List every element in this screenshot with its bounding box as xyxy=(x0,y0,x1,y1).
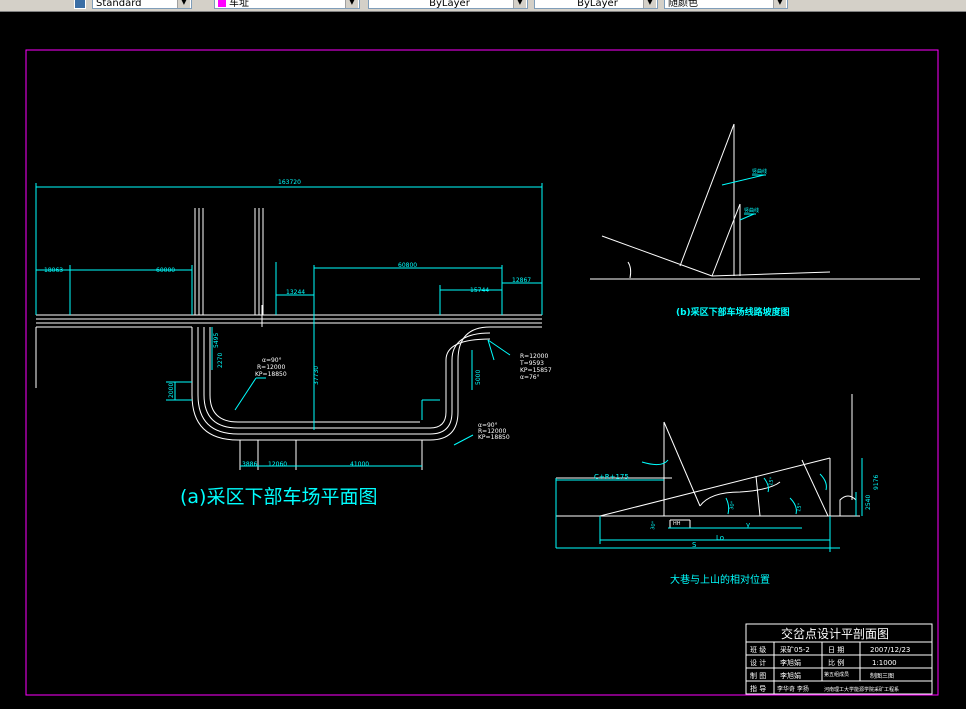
dim-60800: 60800 xyxy=(398,262,417,269)
tb-cell: 李旭娟 xyxy=(780,671,801,680)
text-style-value: Standard xyxy=(96,0,142,9)
gradient-profile-title: (b)采区下部车场线路坡度图 xyxy=(676,306,790,318)
plan-view-title: (a)采区下部车场平面图 xyxy=(180,486,377,508)
gradient-profile-drawing xyxy=(590,123,920,280)
dim-5000-v: 5000 xyxy=(475,370,482,385)
tb-cell: 第五组成员 xyxy=(824,671,849,678)
label-angle: 30° xyxy=(650,520,658,530)
dim-2270: 2270 xyxy=(217,353,224,368)
dim-12060: 12060 xyxy=(268,461,287,468)
label-angle: 30° xyxy=(729,500,737,510)
tb-cell: 制图三图 xyxy=(870,672,894,680)
tb-cell: 制 图 xyxy=(750,671,766,680)
vertical-curve-label-lower: 竖曲线 xyxy=(744,207,759,214)
label-lo: Lo xyxy=(716,534,724,542)
relative-position-title: 大巷与上山的相对位置 xyxy=(670,573,770,586)
tb-cell: 河南理工大学能源学院采矿工程系 xyxy=(824,686,899,693)
chevron-down-icon[interactable]: ▼ xyxy=(773,0,786,8)
label-9176: 9176 xyxy=(873,475,880,490)
dim-5495: 5495 xyxy=(213,333,220,348)
label-2540: 2540 xyxy=(865,495,872,510)
curve-right-top-line: T=9593 xyxy=(519,360,544,367)
dim-total: 163720 xyxy=(278,179,301,186)
lineweight-value: 随颜色 xyxy=(668,0,698,9)
curve-left-line: R=12000 xyxy=(257,364,285,371)
dim-37730: 37730 xyxy=(313,366,320,385)
label-y: y xyxy=(746,521,750,529)
tb-cell: 采矿05-2 xyxy=(780,645,810,654)
chevron-down-icon[interactable]: ▼ xyxy=(513,0,526,8)
label-angle: 15° xyxy=(796,502,804,512)
relative-position-drawing xyxy=(556,394,860,528)
tb-cell: 1:1000 xyxy=(872,659,897,667)
chevron-down-icon[interactable]: ▼ xyxy=(345,0,358,8)
vertical-curve-label-upper: 竖曲线 xyxy=(752,168,767,175)
color-dropdown[interactable]: ByLayer ▼ xyxy=(368,0,528,9)
label-hh: HH xyxy=(673,521,681,527)
tb-cell: 指 导 xyxy=(750,684,766,693)
tb-cell: 2007/12/23 xyxy=(870,646,910,654)
tb-cell: 比 例 xyxy=(828,658,844,667)
title-block-heading: 交岔点设计平剖面图 xyxy=(781,626,889,641)
label-ctr: C+R+175 xyxy=(594,473,629,481)
tb-cell: 日 期 xyxy=(828,646,844,654)
label-s: S xyxy=(692,541,697,549)
dim-15744: 15744 xyxy=(470,287,489,294)
tb-cell: 班 级 xyxy=(750,645,766,654)
layer-value: 车址 xyxy=(229,0,249,9)
dim-3886: 3886 xyxy=(242,461,257,468)
color-value: ByLayer xyxy=(429,0,470,9)
curve-left-line: α=90° xyxy=(262,357,282,364)
chevron-down-icon[interactable]: ▼ xyxy=(643,0,656,8)
text-style-dropdown[interactable]: Standard ▼ xyxy=(92,0,192,9)
lineweight-dropdown[interactable]: 随颜色 ▼ xyxy=(664,0,788,9)
linetype-dropdown[interactable]: ByLayer ▼ xyxy=(534,0,658,9)
dim-60000: 60000 xyxy=(156,267,175,274)
dim-right: 12867 xyxy=(512,277,531,284)
tb-cell: 李华奇 李扬 xyxy=(777,685,809,693)
drawing-border xyxy=(25,49,939,696)
tb-cell: 李旭娟 xyxy=(780,658,801,667)
text-style-icon[interactable] xyxy=(74,0,86,9)
tb-cell: 设 计 xyxy=(750,658,766,667)
curve-right-bottom-line: KP=18850 xyxy=(478,434,510,441)
properties-toolbar: Standard ▼ 车址 ▼ ByLayer ▼ ByLayer ▼ 随颜色 … xyxy=(0,0,966,12)
curve-right-top-line: KP=15857 xyxy=(520,367,552,374)
plan-view-dimensions xyxy=(35,183,543,467)
dim-left: 18063 xyxy=(44,267,63,274)
curve-left-line: KP=18850 xyxy=(255,371,287,378)
curve-right-top-line: α=76° xyxy=(520,374,540,381)
relative-position-text: C+R+175 y Lo S HH 9176 2540 30° 30° 15° … xyxy=(594,473,880,549)
layer-color-swatch xyxy=(218,0,226,7)
drawing-canvas[interactable]: 163720 18063 60000 13244 60800 15744 128… xyxy=(0,12,966,709)
layer-dropdown[interactable]: 车址 ▼ xyxy=(214,0,360,9)
chevron-down-icon[interactable]: ▼ xyxy=(177,0,190,8)
curve-right-top-line: R=12000 xyxy=(520,353,548,360)
dim-13244: 13244 xyxy=(286,289,305,296)
dim-41000: 41000 xyxy=(350,461,369,468)
plan-view-drawing xyxy=(35,208,542,470)
linetype-value: ByLayer xyxy=(577,0,618,9)
dim-2000: 2000 xyxy=(168,383,175,398)
